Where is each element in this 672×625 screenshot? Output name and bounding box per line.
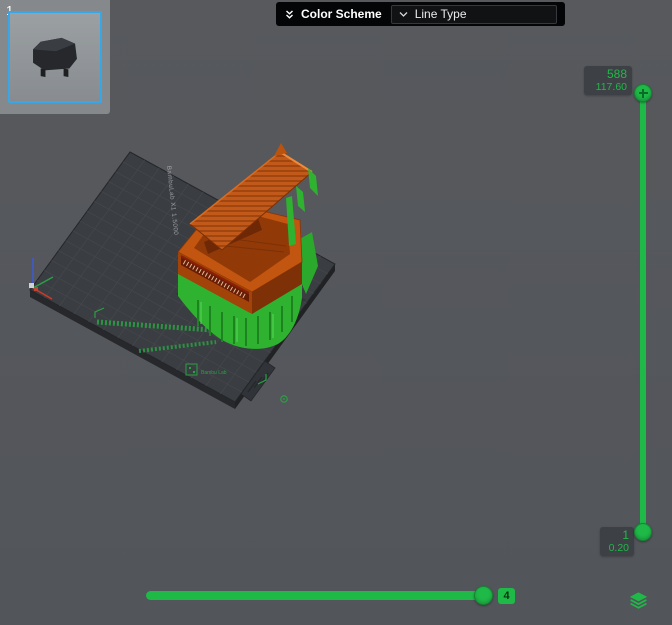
layer-max-badge: 588 117.60: [584, 66, 632, 95]
plate-gallery-panel: 1: [0, 0, 110, 114]
line-type-value: Line Type: [414, 7, 467, 21]
layers-icon: [629, 592, 648, 609]
layer-slider-track[interactable]: [640, 94, 646, 532]
model-piano[interactable]: [176, 143, 318, 349]
color-scheme-label: Color Scheme: [301, 7, 382, 21]
step-slider-value-badge: 4: [498, 588, 515, 604]
double-chevron-down-icon[interactable]: [282, 7, 296, 21]
layer-min-badge: 1 0.20: [600, 527, 634, 556]
layer-max-height: 117.60: [595, 81, 627, 93]
plate-thumbnail-image: [33, 37, 77, 78]
layer-max-number: 588: [606, 67, 627, 81]
plate-front-logo-text: Bambu Lab: [201, 370, 227, 376]
plate-thumbnail[interactable]: [8, 11, 102, 103]
layer-min-height: 0.20: [608, 542, 629, 554]
color-scheme-toolbar: Color Scheme Line Type: [276, 2, 565, 26]
preview-stage: BambuLab X1 1.5000 Bambu Lab Color Schem…: [0, 0, 672, 625]
step-slider-track[interactable]: [146, 591, 492, 600]
plus-icon: [638, 88, 648, 98]
layer-slider-top-handle[interactable]: [634, 84, 652, 102]
chevron-down-icon: [399, 11, 408, 17]
step-slider-handle[interactable]: [474, 586, 493, 605]
line-type-dropdown[interactable]: Line Type: [390, 4, 557, 24]
layer-slider-bottom-handle[interactable]: [634, 523, 652, 541]
layers-view-button[interactable]: [626, 588, 651, 613]
layer-min-number: 1: [622, 528, 629, 542]
